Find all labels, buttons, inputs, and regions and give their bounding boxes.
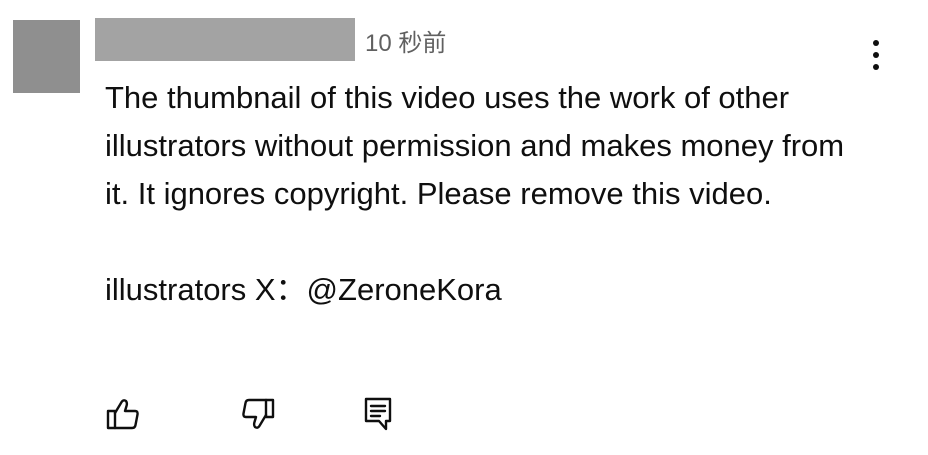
comment-paragraph: The thumbnail of this video uses the wor… <box>105 80 845 211</box>
thumbs-up-icon <box>103 394 143 434</box>
comment-paragraph: illustrators X：@ZeroneKora <box>105 272 502 307</box>
thumbs-down-icon <box>238 394 278 434</box>
dislike-button[interactable] <box>238 394 278 434</box>
comment-text: The thumbnail of this video uses the wor… <box>105 74 865 314</box>
username-redacted[interactable] <box>95 18 355 61</box>
like-button[interactable] <box>103 394 143 434</box>
avatar[interactable] <box>13 20 80 93</box>
reply-button[interactable] <box>358 394 398 434</box>
more-options-icon[interactable] <box>860 36 892 76</box>
comment-reply-icon <box>358 394 398 434</box>
comment-timestamp: 10 秒前 <box>365 30 447 57</box>
